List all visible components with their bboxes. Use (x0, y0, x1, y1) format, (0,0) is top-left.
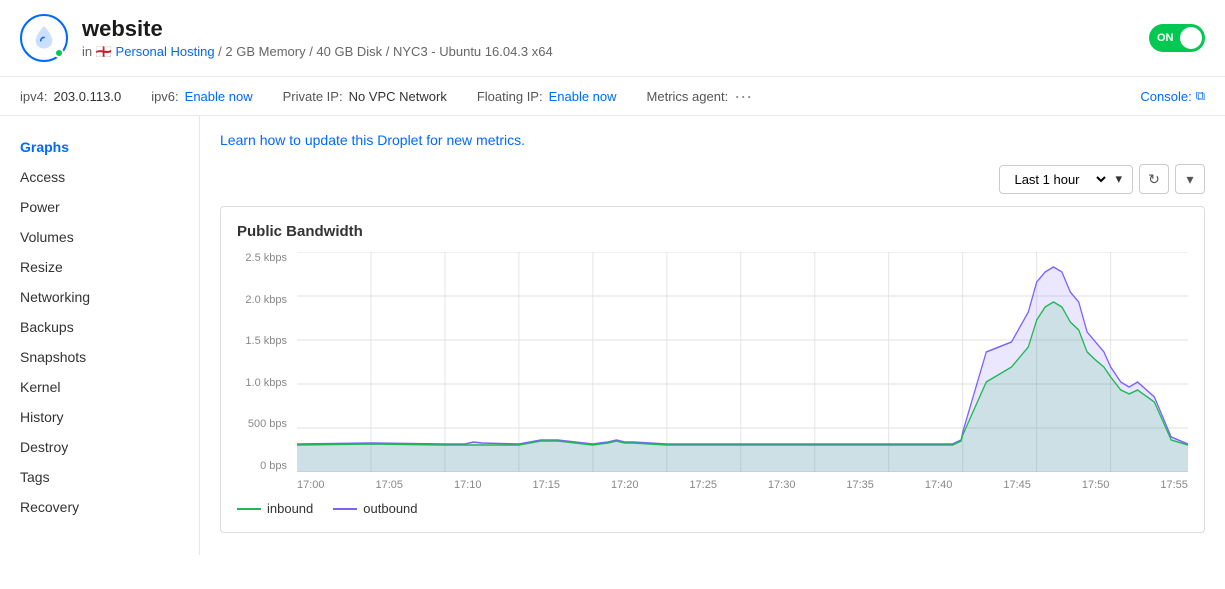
sidebar-item-graphs[interactable]: Graphs (0, 132, 199, 162)
chart-svg (297, 252, 1188, 472)
y-axis-label: 2.0 kbps (237, 294, 287, 306)
sidebar-item-recovery[interactable]: Recovery (0, 492, 199, 522)
floating-ip-item: Floating IP: Enable now (477, 89, 617, 104)
chart-main: 17:00 17:05 17:10 17:15 17:20 17:25 17:30 17:35… (297, 252, 1188, 491)
sidebar-item-backups[interactable]: Backups (0, 312, 199, 342)
chevron-down-icon-2: ▾ (1186, 171, 1193, 188)
time-select-dropdown[interactable]: Last 1 hourLast 6 hoursLast 24 hoursLast… (1010, 171, 1109, 188)
x-axis-label: 17:40 (925, 479, 953, 491)
metrics-label: Metrics agent: (647, 89, 729, 104)
chart-legend: inbound outbound (237, 501, 1188, 516)
ipv6-item: ipv6: Enable now (151, 89, 252, 104)
x-axis-label: 17:45 (1003, 479, 1031, 491)
y-axis-label: 2.5 kbps (237, 252, 287, 264)
x-axis-label: 17:50 (1082, 479, 1110, 491)
x-axis-label: 17:10 (454, 479, 482, 491)
x-axis-label: 17:35 (846, 479, 874, 491)
ipv6-label: ipv6: (151, 89, 178, 104)
sidebar-item-networking[interactable]: Networking (0, 282, 199, 312)
power-toggle[interactable]: ON (1149, 24, 1205, 52)
x-axis-label: 17:05 (375, 479, 403, 491)
sidebar-item-snapshots[interactable]: Snapshots (0, 342, 199, 372)
time-select-container[interactable]: Last 1 hourLast 6 hoursLast 24 hoursLast… (999, 165, 1133, 194)
console-link[interactable]: Console: ⧉ (1140, 88, 1205, 104)
floating-ip-enable-link[interactable]: Enable now (549, 89, 617, 104)
droplet-title: website (82, 16, 553, 42)
header-left: website in 🏴󠁧󠁢󠁥󠁮󠁧󠁿 Personal Hosting / 2 … (20, 14, 553, 62)
expand-button[interactable]: ▾ (1175, 164, 1205, 194)
droplet-icon (20, 14, 68, 62)
bandwidth-chart-container: Public Bandwidth 2.5 kbps 2.0 kbps 1.5 kbp… (220, 206, 1205, 533)
sidebar-item-tags[interactable]: Tags (0, 462, 199, 492)
x-axis-label: 17:55 (1160, 479, 1188, 491)
main-layout: GraphsAccessPowerVolumesResizeNetworking… (0, 116, 1225, 555)
chart-title: Public Bandwidth (237, 223, 1188, 240)
private-ip-value: No VPC Network (349, 89, 447, 104)
sidebar-item-kernel[interactable]: Kernel (0, 372, 199, 402)
private-ip-label: Private IP: (283, 89, 343, 104)
chart-area: 2.5 kbps 2.0 kbps 1.5 kbps 1.0 kbps 500 bps 0… (237, 252, 1188, 491)
x-axis-label: 17:20 (611, 479, 639, 491)
legend-inbound-label: inbound (267, 501, 313, 516)
ipv4-item: ipv4: 203.0.113.0 (20, 89, 121, 104)
droplet-info: website in 🏴󠁧󠁢󠁥󠁮󠁧󠁿 Personal Hosting / 2 … (82, 16, 553, 60)
outbound-line-icon (333, 508, 357, 510)
x-axis-label: 17:00 (297, 479, 325, 491)
time-filter: Last 1 hourLast 6 hoursLast 24 hoursLast… (220, 164, 1205, 194)
sidebar-item-power[interactable]: Power (0, 192, 199, 222)
ipv4-value: 203.0.113.0 (53, 89, 121, 104)
metrics-item: Metrics agent: ··· (647, 87, 753, 105)
toggle-knob (1180, 27, 1202, 49)
sidebar-item-resize[interactable]: Resize (0, 252, 199, 282)
y-axis-label: 0 bps (237, 460, 287, 472)
ipv4-label: ipv4: (20, 89, 47, 104)
y-axis: 2.5 kbps 2.0 kbps 1.5 kbps 1.0 kbps 500 bps 0… (237, 252, 297, 472)
x-axis: 17:00 17:05 17:10 17:15 17:20 17:25 17:30 17:35… (297, 479, 1188, 491)
private-ip-item: Private IP: No VPC Network (283, 89, 447, 104)
toggle-container[interactable]: ON (1149, 24, 1205, 52)
floating-ip-label: Floating IP: (477, 89, 543, 104)
chevron-down-icon: ▾ (1115, 171, 1122, 187)
console-item: Console: ⧉ (1140, 88, 1205, 104)
sidebar: GraphsAccessPowerVolumesResizeNetworking… (0, 116, 200, 555)
sidebar-item-history[interactable]: History (0, 402, 199, 432)
y-axis-label: 500 bps (237, 418, 287, 430)
legend-outbound-label: outbound (363, 501, 417, 516)
metrics-dots-icon[interactable]: ··· (734, 87, 752, 105)
refresh-icon: ↻ (1148, 171, 1160, 188)
learn-link[interactable]: Learn how to update this Droplet for new… (220, 132, 1205, 148)
sidebar-item-destroy[interactable]: Destroy (0, 432, 199, 462)
header: website in 🏴󠁧󠁢󠁥󠁮󠁧󠁿 Personal Hosting / 2 … (0, 0, 1225, 77)
hosting-link[interactable]: Personal Hosting (116, 44, 215, 59)
x-axis-label: 17:15 (532, 479, 560, 491)
content-area: Learn how to update this Droplet for new… (200, 116, 1225, 555)
info-bar: ipv4: 203.0.113.0 ipv6: Enable now Priva… (0, 77, 1225, 116)
sidebar-item-access[interactable]: Access (0, 162, 199, 192)
console-window-icon: ⧉ (1196, 88, 1205, 104)
inbound-line-icon (237, 508, 261, 510)
y-axis-label: 1.0 kbps (237, 377, 287, 389)
y-axis-label: 1.5 kbps (237, 335, 287, 347)
droplet-subtitle: in 🏴󠁧󠁢󠁥󠁮󠁧󠁿 Personal Hosting / 2 GB Memor… (82, 44, 553, 60)
x-axis-label: 17:25 (689, 479, 717, 491)
x-axis-label: 17:30 (768, 479, 796, 491)
ipv6-enable-link[interactable]: Enable now (185, 89, 253, 104)
sidebar-item-volumes[interactable]: Volumes (0, 222, 199, 252)
legend-outbound: outbound (333, 501, 417, 516)
status-dot (54, 48, 64, 58)
legend-inbound: inbound (237, 501, 313, 516)
refresh-button[interactable]: ↻ (1139, 164, 1169, 194)
